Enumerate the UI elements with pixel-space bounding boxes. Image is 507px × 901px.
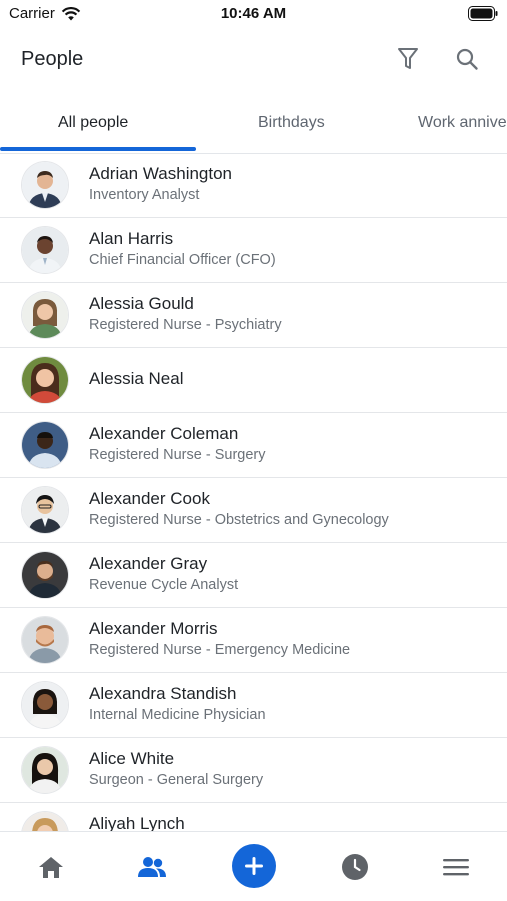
list-item[interactable]: Alan Harris Chief Financial Officer (CFO… <box>0 218 507 283</box>
person-name: Alexander Gray <box>89 554 208 573</box>
person-role: Chief Financial Officer (CFO) <box>89 252 276 268</box>
tab-birthdays[interactable]: Birthdays <box>258 114 325 132</box>
search-button[interactable] <box>452 44 482 74</box>
person-role: Internal Medicine Physician <box>89 707 266 723</box>
list-item[interactable]: Aliyah Lynch <box>0 803 507 831</box>
person-role: Registered Nurse - Psychiatry <box>89 317 282 333</box>
person-role: Surgeon - General Surgery <box>89 772 264 788</box>
people-list: Adrian Washington Inventory Analyst Alan… <box>0 153 507 831</box>
list-item[interactable]: Alexander Coleman Registered Nurse - Sur… <box>0 413 507 478</box>
list-item[interactable]: Alessia Neal <box>0 348 507 413</box>
avatar <box>22 162 68 208</box>
tab-work-anniversaries[interactable]: Work anniversaries <box>418 114 507 132</box>
person-name: Alessia Gould <box>89 294 194 313</box>
home-icon <box>39 857 63 878</box>
avatar <box>22 227 68 273</box>
list-item[interactable]: Alessia Gould Registered Nurse - Psychia… <box>0 283 507 348</box>
person-name: Adrian Washington <box>89 164 233 183</box>
clock-time: 10:46 AM <box>220 5 287 22</box>
app-bar: People <box>0 28 507 92</box>
avatar <box>22 747 68 793</box>
search-icon <box>456 48 478 70</box>
filter-icon <box>398 48 418 69</box>
list-item[interactable]: Adrian Washington Inventory Analyst <box>0 153 507 218</box>
list-item[interactable]: Alexander Morris Registered Nurse - Emer… <box>0 608 507 673</box>
person-name: Alan Harris <box>89 229 174 248</box>
avatar <box>22 487 68 533</box>
nav-people[interactable] <box>135 850 169 884</box>
page-title: People <box>21 48 84 70</box>
add-icon <box>245 857 263 875</box>
nav-recent[interactable] <box>338 850 372 884</box>
list-item[interactable]: Alexander Cook Registered Nurse - Obstet… <box>0 478 507 543</box>
person-name: Alexander Cook <box>89 489 210 508</box>
person-name: Alessia Neal <box>89 369 184 388</box>
avatar <box>22 292 68 338</box>
bottom-navigation <box>0 831 507 901</box>
clock-icon <box>342 854 368 880</box>
person-role: Registered Nurse - Obstetrics and Gyneco… <box>89 512 389 528</box>
person-name: Aliyah Lynch <box>89 814 185 831</box>
avatar <box>22 552 68 598</box>
tab-all-people[interactable]: All people <box>58 114 128 132</box>
add-button[interactable] <box>232 844 276 888</box>
person-name: Alice White <box>89 749 175 768</box>
avatar <box>22 422 68 468</box>
list-item[interactable]: Alexander Gray Revenue Cycle Analyst <box>0 543 507 608</box>
avatar <box>22 682 68 728</box>
list-item[interactable]: Alexandra Standish Internal Medicine Phy… <box>0 673 507 738</box>
nav-menu[interactable] <box>439 850 473 884</box>
person-role: Registered Nurse - Surgery <box>89 447 266 463</box>
person-role: Registered Nurse - Emergency Medicine <box>89 642 351 658</box>
person-role: Revenue Cycle Analyst <box>89 577 239 593</box>
menu-icon <box>443 859 469 876</box>
status-bar: Carrier 10:46 AM <box>0 0 507 28</box>
people-icon <box>138 857 166 877</box>
person-name: Alexander Morris <box>89 619 218 638</box>
avatar <box>22 812 68 831</box>
tab-bar: All people Birthdays Work anniversaries <box>0 96 507 154</box>
person-name: Alexandra Standish <box>89 684 237 703</box>
battery-icon <box>468 6 498 21</box>
avatar <box>22 357 68 403</box>
person-role: Inventory Analyst <box>89 187 200 203</box>
nav-home[interactable] <box>34 850 68 884</box>
avatar <box>22 617 68 663</box>
person-name: Alexander Coleman <box>89 424 239 443</box>
active-tab-indicator <box>0 147 196 151</box>
filter-button[interactable] <box>393 44 423 74</box>
list-item[interactable]: Alice White Surgeon - General Surgery <box>0 738 507 803</box>
